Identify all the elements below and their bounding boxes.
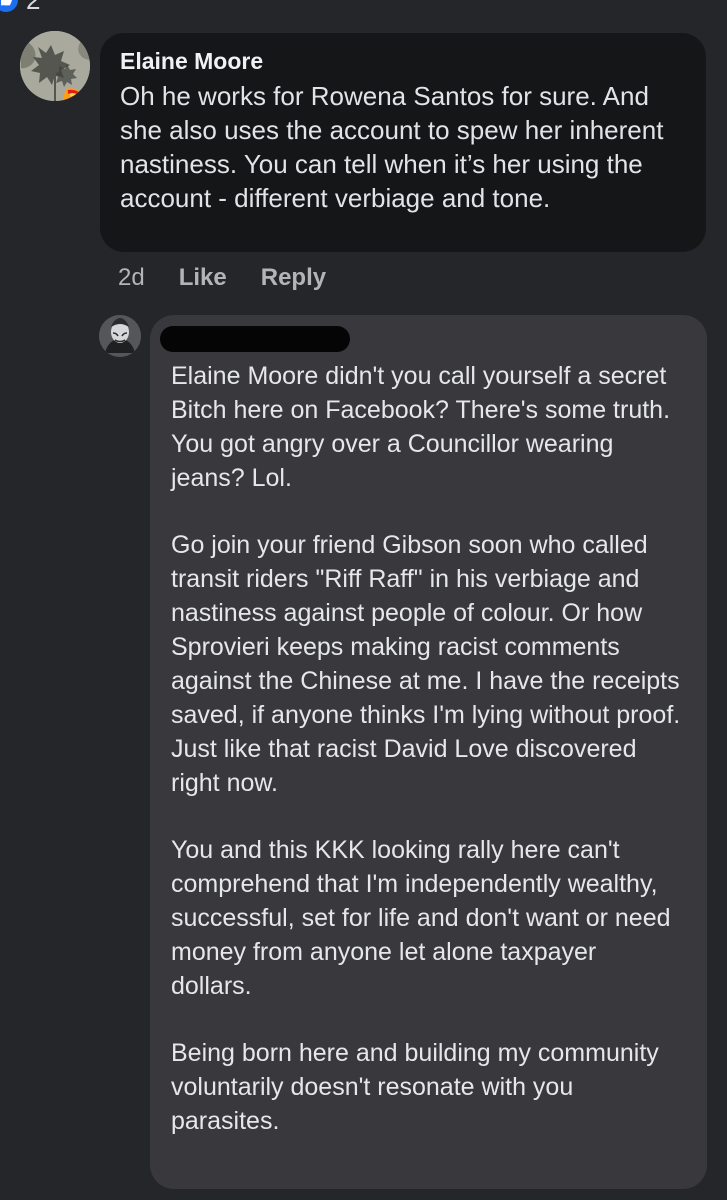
reply-button[interactable]: Reply: [261, 264, 326, 292]
comment-actions: 2d Like Reply: [118, 264, 326, 292]
comment-bubble: Elaine Moore Oh he works for Rowena Sant…: [100, 33, 706, 252]
reaction-summary[interactable]: 2: [0, 0, 41, 15]
reply-text: Elaine Moore didn't you call yourself a …: [171, 359, 683, 1138]
reply-paragraph: Elaine Moore didn't you call yourself a …: [171, 362, 671, 492]
like-icon: [0, 0, 18, 12]
comment-text: Oh he works for Rowena Santos for sure. …: [120, 81, 664, 213]
like-button[interactable]: Like: [179, 264, 227, 292]
reply-avatar[interactable]: [99, 315, 141, 357]
comment-time[interactable]: 2d: [118, 264, 145, 292]
reaction-count: 2: [26, 0, 41, 15]
comment-author[interactable]: Elaine Moore: [120, 44, 686, 78]
redacted-author-name: [160, 326, 350, 352]
reply-paragraph: You and this KKK looking rally here can'…: [171, 836, 671, 1000]
reply-paragraph: Being born here and building my communit…: [171, 1039, 659, 1135]
reply-bubble: Elaine Moore didn't you call yourself a …: [150, 315, 707, 1189]
reply-paragraph: Go join your friend Gibson soon who call…: [171, 531, 681, 797]
avatar[interactable]: [20, 31, 90, 101]
